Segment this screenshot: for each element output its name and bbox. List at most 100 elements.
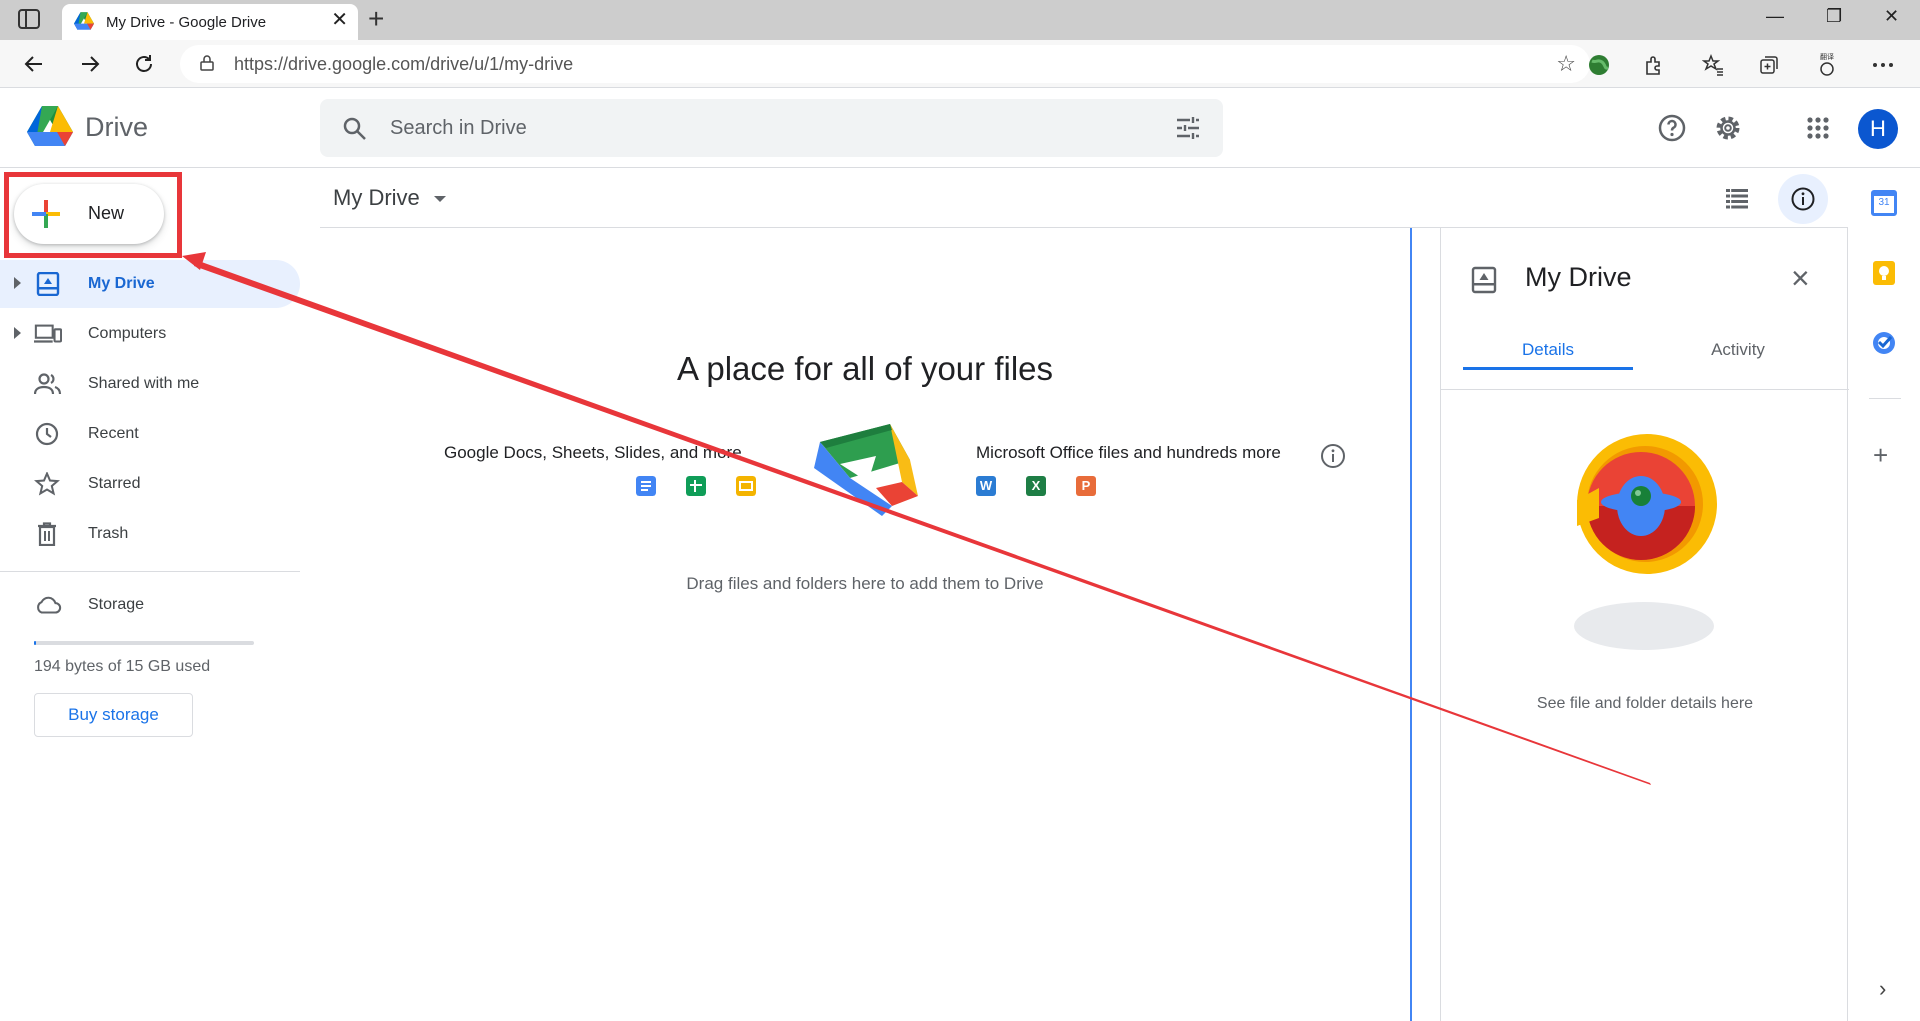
refresh-icon[interactable] (128, 48, 160, 80)
close-icon[interactable]: × (1791, 262, 1810, 294)
storage-progress-fill (34, 641, 37, 645)
storage-progress-bar (34, 641, 254, 645)
google-files-caption: Google Docs, Sheets, Slides, and more (444, 443, 742, 462)
details-toggle-button[interactable] (1778, 174, 1828, 224)
word-icon: W (976, 476, 996, 496)
chevron-right-icon[interactable]: › (1879, 976, 1886, 1002)
my-drive-icon (36, 272, 60, 296)
minimize-button[interactable]: — (1766, 6, 1784, 27)
sidebar-item-recent[interactable]: Recent (0, 410, 300, 458)
clock-icon (35, 422, 59, 446)
excel-icon: X (1026, 476, 1046, 496)
shared-icon (34, 373, 62, 395)
add-addon-icon[interactable]: + (1873, 440, 1888, 471)
trash-icon (38, 522, 56, 546)
forward-icon[interactable] (74, 48, 106, 80)
list-view-icon[interactable] (1724, 186, 1750, 210)
google-sheets-icon (686, 476, 706, 496)
info-icon (1791, 187, 1815, 211)
app-title[interactable]: Drive (85, 112, 148, 143)
add-favorite-icon[interactable]: ☆ (1556, 51, 1576, 77)
drive-header: Drive H (0, 88, 1920, 168)
sidebar-item-label: Recent (88, 425, 139, 442)
panel-divider (1441, 389, 1849, 390)
sidebar-item-starred[interactable]: Starred (0, 460, 300, 508)
tab-actions-icon[interactable] (18, 9, 40, 29)
storage-usage-text: 194 bytes of 15 GB used (34, 658, 211, 675)
address-bar[interactable]: https://drive.google.com/drive/u/1/my-dr… (180, 45, 1590, 83)
settings-icon[interactable] (1712, 112, 1744, 144)
sidebar-item-my-drive[interactable]: My Drive (0, 260, 300, 308)
drag-drop-caption: Drag files and folders here to add them … (686, 574, 1044, 593)
google-slides-icon (736, 476, 756, 496)
favorites-icon[interactable] (1700, 52, 1726, 78)
browser-tab-bar: My Drive - Google Drive ✕ + — ❐ ✕ (0, 0, 1920, 40)
computers-icon (34, 324, 62, 343)
info-icon[interactable] (1320, 443, 1346, 469)
drive-3d-logo-illustration (814, 424, 918, 516)
more-menu-icon[interactable] (1870, 52, 1896, 78)
drive-favicon-icon (74, 12, 94, 30)
search-options-icon[interactable] (1175, 116, 1201, 140)
panel-caption: See file and folder details here (1536, 695, 1754, 712)
translate-extension-label: 翻译 (1820, 54, 1834, 61)
my-drive-icon (1471, 266, 1497, 294)
collections-icon[interactable] (1756, 52, 1782, 78)
keep-icon[interactable] (1871, 260, 1897, 286)
sidebar-item-shared-with-me[interactable]: Shared with me (0, 360, 300, 408)
browser-tab[interactable]: My Drive - Google Drive ✕ (62, 4, 358, 40)
main-title-row: My Drive (320, 168, 1848, 228)
apps-grid-icon[interactable] (1802, 112, 1834, 144)
sidebar-item-label: Storage (88, 596, 145, 613)
details-panel: My Drive × Details Activity See file and… (1440, 228, 1849, 1021)
sidebar-item-trash[interactable]: Trash (0, 510, 300, 558)
sidebar-item-label: Shared with me (88, 375, 200, 392)
search-bar[interactable] (320, 99, 1223, 157)
back-icon[interactable] (18, 48, 50, 80)
extension-globe-icon[interactable] (1586, 52, 1612, 78)
details-illustration (1574, 434, 1717, 650)
lock-icon (200, 55, 214, 71)
powerpoint-icon: P (1076, 476, 1096, 496)
extensions-icon[interactable] (1641, 52, 1667, 78)
sidebar-item-label: Computers (88, 325, 167, 342)
drop-zone-indicator (1410, 228, 1412, 1021)
browser-toolbar: https://drive.google.com/drive/u/1/my-dr… (0, 40, 1920, 88)
buy-storage-button[interactable]: Buy storage (34, 693, 193, 737)
drive-logo-icon[interactable] (27, 106, 73, 146)
tasks-icon[interactable] (1871, 330, 1897, 356)
tab-close-icon[interactable]: ✕ (331, 10, 348, 30)
annotation-highlight-box (4, 172, 182, 258)
expand-caret-icon[interactable] (14, 327, 21, 339)
cloud-icon (37, 596, 62, 614)
window-close-button[interactable]: ✕ (1884, 6, 1899, 27)
sidebar-item-computers[interactable]: Computers (0, 310, 300, 358)
side-panel: 31 + › (1849, 168, 1920, 1021)
search-icon[interactable] (342, 116, 368, 142)
url-text[interactable]: https://drive.google.com/drive/u/1/my-dr… (234, 54, 573, 75)
translate-extension-icon[interactable]: 翻译 (1814, 52, 1840, 78)
star-icon (34, 472, 60, 496)
help-icon[interactable] (1656, 112, 1688, 144)
tab-title: My Drive - Google Drive (106, 14, 267, 31)
page-title[interactable]: My Drive (333, 185, 420, 211)
empty-state-title: A place for all of your files (676, 350, 1054, 387)
sidebar-item-label: My Drive (88, 275, 155, 292)
side-panel-divider (1869, 398, 1901, 399)
title-dropdown-icon[interactable] (434, 196, 446, 202)
tab-activity[interactable]: Activity (1653, 320, 1823, 370)
sidebar-divider (0, 571, 300, 572)
tab-details[interactable]: Details (1463, 320, 1633, 370)
sidebar-item-label: Trash (88, 525, 129, 542)
sidebar-item-storage[interactable]: Storage (0, 581, 300, 629)
search-input[interactable] (390, 113, 1090, 143)
google-docs-icon (636, 476, 656, 496)
expand-caret-icon[interactable] (14, 277, 21, 289)
restore-button[interactable]: ❐ (1826, 6, 1842, 27)
sidebar-item-label: Starred (88, 475, 141, 492)
microsoft-files-caption: Microsoft Office files and hundreds more (976, 443, 1281, 462)
new-tab-button[interactable]: + (368, 4, 384, 34)
account-avatar[interactable]: H (1858, 109, 1898, 149)
calendar-icon[interactable]: 31 (1871, 190, 1897, 216)
panel-title: My Drive (1525, 262, 1632, 292)
